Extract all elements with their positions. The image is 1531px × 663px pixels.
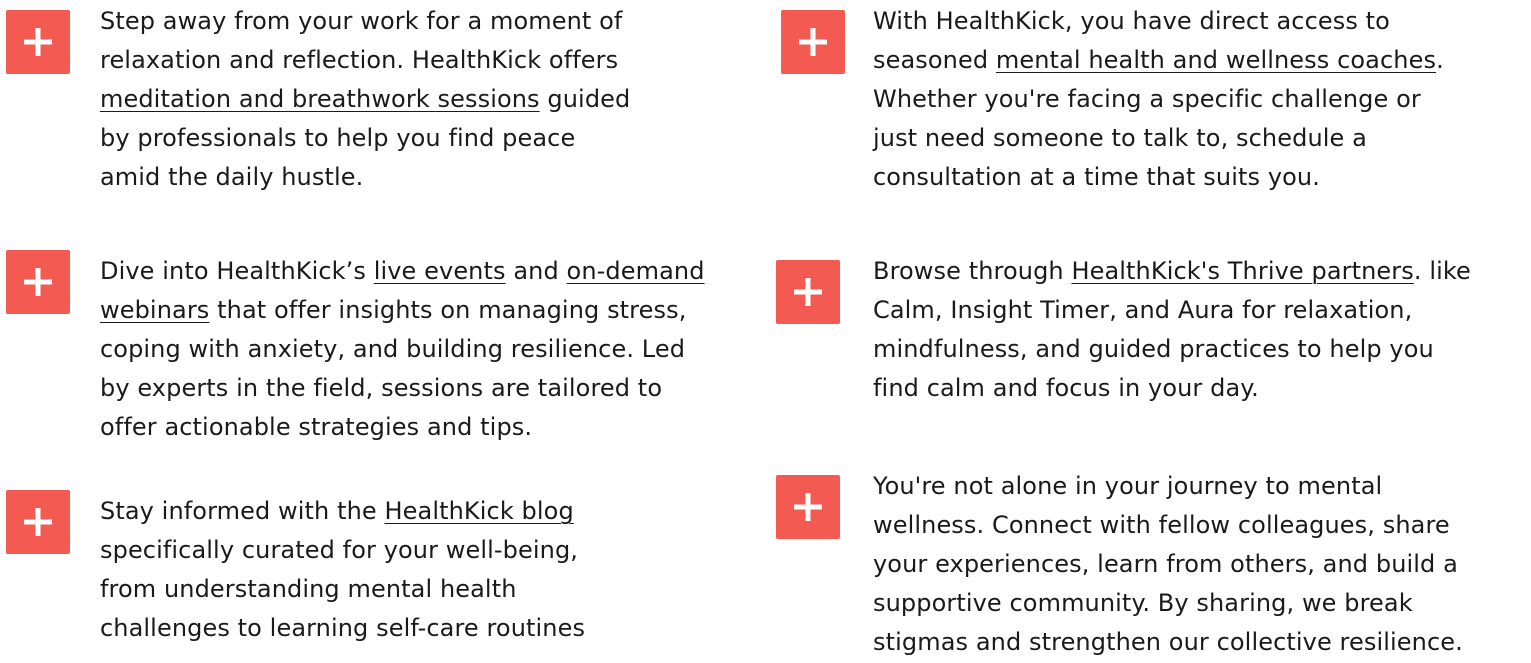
text-segment: consultation at a time that suits you. — [873, 163, 1320, 191]
inline-link[interactable]: HealthKick blog — [385, 497, 574, 525]
text-segment: . like — [1413, 257, 1471, 285]
text-segment: Dive into HealthKick’s — [100, 257, 374, 285]
text-segment: amid the daily hustle. — [100, 163, 364, 191]
text-segment: . — [1436, 46, 1444, 74]
text-segment: challenges to learning self-care routine… — [100, 614, 586, 642]
text-segment: by professionals to help you find peace — [100, 124, 576, 152]
text-line: seasoned mental health and wellness coac… — [873, 41, 1444, 80]
text-segment: find calm and focus in your day. — [873, 374, 1259, 402]
text-line: Step away from your work for a moment of — [100, 2, 630, 41]
text-line: Browse through HealthKick's Thrive partn… — [873, 252, 1471, 291]
text-line: find calm and focus in your day. — [873, 369, 1471, 408]
text-line: supportive community. By sharing, we bre… — [873, 584, 1463, 623]
plus-icon[interactable] — [776, 475, 840, 539]
text-segment: just need someone to talk to, schedule a — [873, 124, 1367, 152]
text-segment: guided — [539, 85, 631, 113]
text-segment: Browse through — [873, 257, 1072, 285]
text-segment: and — [505, 257, 567, 285]
text-segment: With HealthKick, you have direct access … — [873, 7, 1390, 35]
resource-text: Browse through HealthKick's Thrive partn… — [873, 252, 1471, 408]
text-line: from understanding mental health — [100, 570, 585, 609]
text-segment: relaxation and reflection. HealthKick of… — [100, 46, 619, 74]
text-line: relaxation and reflection. HealthKick of… — [100, 41, 630, 80]
text-segment: wellness. Connect with fellow colleagues… — [873, 511, 1450, 539]
text-segment: that offer insights on managing stress, — [209, 296, 687, 324]
text-segment: stigmas and strengthen our collective re… — [873, 628, 1463, 656]
text-segment: your experiences, learn from others, and… — [873, 550, 1458, 578]
plus-icon[interactable] — [6, 10, 70, 74]
resource-text: Stay informed with the HealthKick blog sp… — [100, 492, 585, 648]
text-segment: offer actionable strategies and tips. — [100, 413, 533, 441]
text-line: wellness. Connect with fellow colleagues… — [873, 506, 1463, 545]
text-line: coping with anxiety, and building resili… — [100, 330, 705, 369]
text-segment: from understanding mental health — [100, 575, 517, 603]
inline-link[interactable]: webinars — [100, 296, 209, 324]
resource-text: With HealthKick, you have direct access … — [873, 2, 1444, 197]
inline-link[interactable]: HealthKick's Thrive partners — [1071, 257, 1413, 285]
text-line: mindfulness, and guided practices to hel… — [873, 330, 1471, 369]
text-line: With HealthKick, you have direct access … — [873, 2, 1444, 41]
text-line: webinars that offer insights on managing… — [100, 291, 705, 330]
text-segment: You're not alone in your journey to ment… — [873, 472, 1383, 500]
text-line: your experiences, learn from others, and… — [873, 545, 1463, 584]
text-line: Whether you're facing a specific challen… — [873, 80, 1444, 119]
resource-text: You're not alone in your journey to ment… — [873, 467, 1463, 662]
text-segment: specifically curated for your well-being… — [100, 536, 579, 564]
plus-icon[interactable] — [6, 490, 70, 554]
plus-icon[interactable] — [6, 250, 70, 314]
text-segment: Whether you're facing a specific challen… — [873, 85, 1421, 113]
resource-text: Dive into HealthKick’s live events and o… — [100, 252, 705, 447]
text-line: You're not alone in your journey to ment… — [873, 467, 1463, 506]
text-line: by experts in the field, sessions are ta… — [100, 369, 705, 408]
text-line: consultation at a time that suits you. — [873, 158, 1444, 197]
inline-link[interactable]: mental health and wellness coaches — [996, 46, 1436, 74]
text-line: Dive into HealthKick’s live events and o… — [100, 252, 705, 291]
inline-link[interactable]: meditation and breathwork sessions — [100, 85, 540, 113]
inline-link[interactable]: on-demand — [567, 257, 705, 285]
text-line: Calm, Insight Timer, and Aura for relaxa… — [873, 291, 1471, 330]
plus-icon[interactable] — [781, 10, 845, 74]
text-segment: supportive community. By sharing, we bre… — [873, 589, 1413, 617]
text-line: amid the daily hustle. — [100, 158, 630, 197]
text-line: offer actionable strategies and tips. — [100, 408, 705, 447]
text-line: Stay informed with the HealthKick blog — [100, 492, 585, 531]
text-line: by professionals to help you find peace — [100, 119, 630, 158]
text-line: just need someone to talk to, schedule a — [873, 119, 1444, 158]
text-line: specifically curated for your well-being… — [100, 531, 585, 570]
text-segment: coping with anxiety, and building resili… — [100, 335, 686, 363]
inline-link[interactable]: live events — [374, 257, 506, 285]
text-segment: Step away from your work for a moment of — [100, 7, 623, 35]
text-segment: seasoned — [873, 46, 996, 74]
text-segment: mindfulness, and guided practices to hel… — [873, 335, 1434, 363]
text-line: stigmas and strengthen our collective re… — [873, 623, 1463, 662]
text-segment: by experts in the field, sessions are ta… — [100, 374, 663, 402]
plus-icon[interactable] — [776, 260, 840, 324]
text-segment: Stay informed with the — [100, 497, 385, 525]
resource-text: Step away from your work for a moment of… — [100, 2, 630, 197]
text-segment: Calm, Insight Timer, and Aura for relaxa… — [873, 296, 1413, 324]
text-line: meditation and breathwork sessions guide… — [100, 80, 630, 119]
text-line: challenges to learning self-care routine… — [100, 609, 585, 648]
